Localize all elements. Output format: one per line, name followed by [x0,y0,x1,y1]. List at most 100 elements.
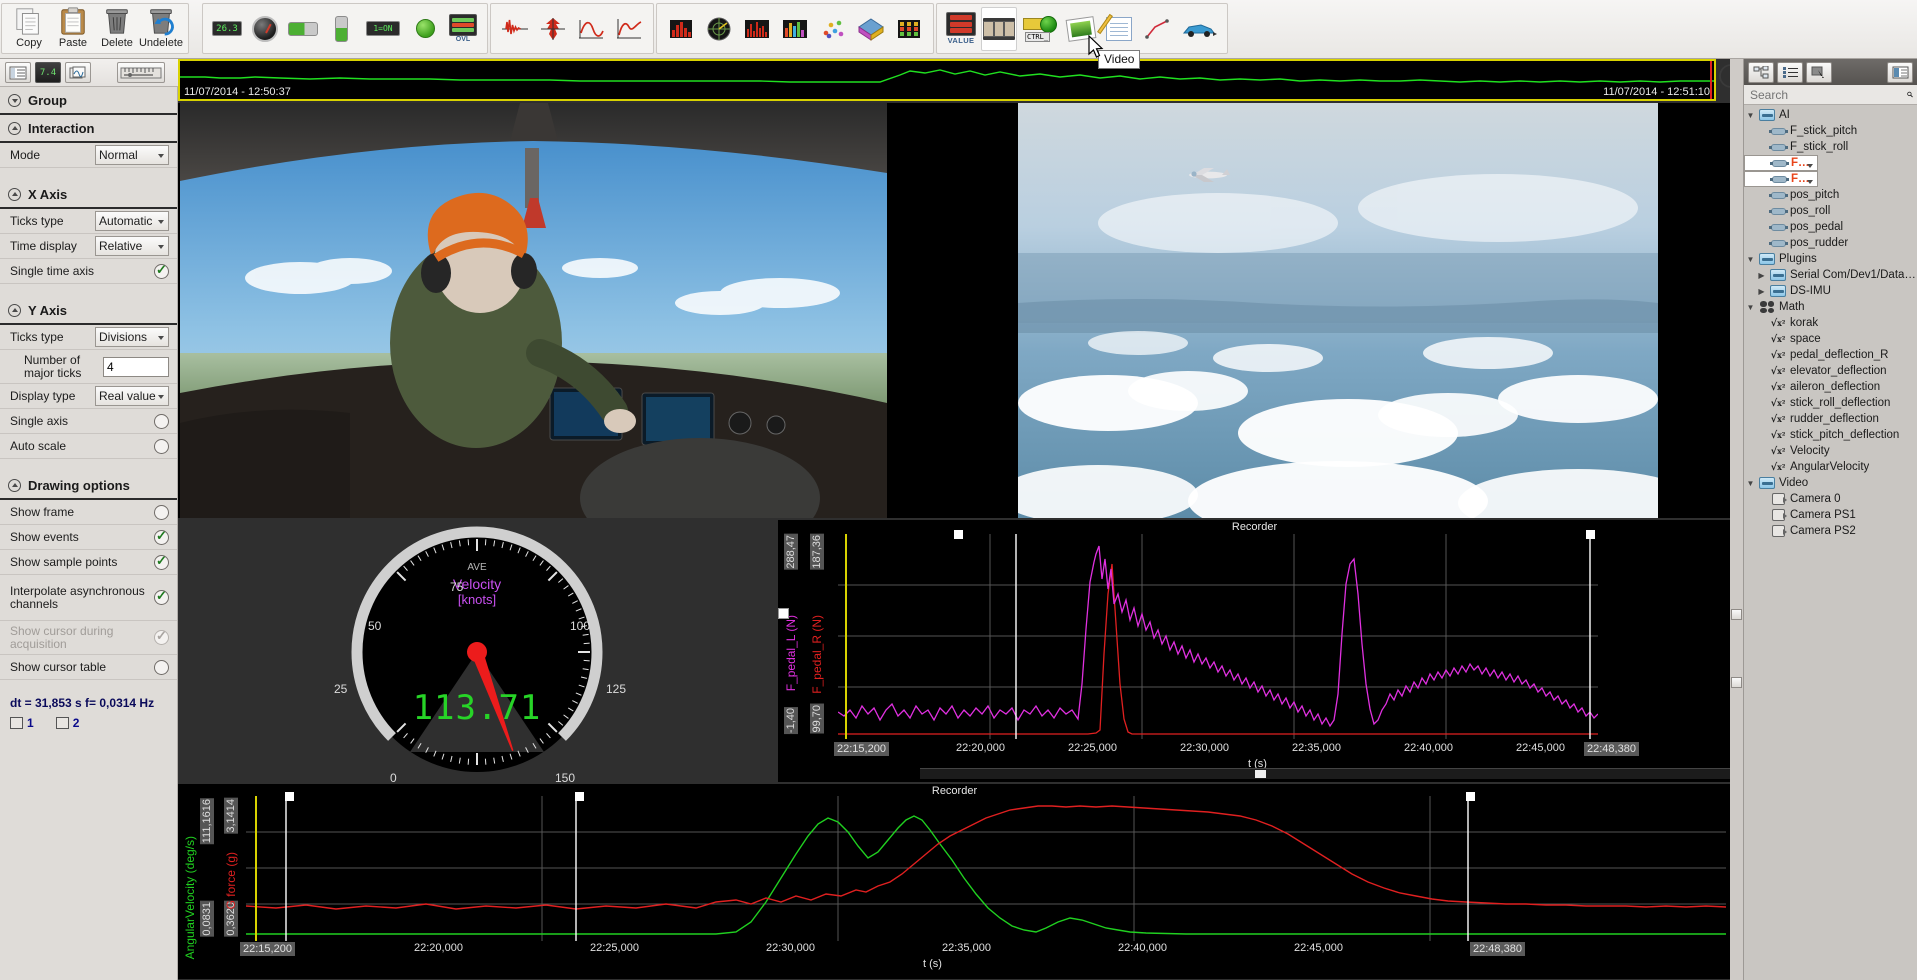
tree-node-aileron-deflection[interactable]: √x² aileron_deflection [1744,379,1917,395]
tree-node-f-pedal-l[interactable]: F_pedal_L [1744,171,1818,187]
panel-toggle-button[interactable] [1887,61,1913,83]
tree-node-serial-com-dev1-data[interactable]: ▶ Serial Com/Dev1/Data/... [1744,267,1917,283]
tree-node-velocity[interactable]: √x² Velocity [1744,443,1917,459]
chevron-down-icon[interactable]: ▼ [1746,111,1755,120]
recorder-bottom-cursor-2-handle[interactable] [575,792,584,801]
3d-graph-button[interactable] [853,7,889,51]
search-icon[interactable] [1907,88,1913,101]
ruler-button[interactable] [117,62,165,83]
analog-gauge-button[interactable] [247,7,283,51]
panel-edge-button-1[interactable] [1731,609,1742,620]
recorder-button[interactable] [497,7,533,51]
section-x-axis[interactable]: X Axis [0,181,177,209]
cursor-pin-2[interactable]: 2 [55,716,79,730]
single-axis-checkbox[interactable] [154,413,169,429]
tree-node-pos-rudder[interactable]: pos_rudder [1744,235,1917,251]
tree-node-camera-0[interactable]: Camera 0 [1744,491,1917,507]
overload-indicator-button[interactable]: OVL [445,7,481,51]
x-ticks-type-select[interactable]: Automatic [95,211,169,231]
tree-node-plugins[interactable]: ▼ Plugins [1744,251,1917,267]
tree-node-pos-pedal[interactable]: pos_pedal [1744,219,1917,235]
digital-display-button[interactable]: 7.4 [35,62,61,83]
copy-button[interactable]: Copy [8,3,50,54]
recorder-top[interactable]: Recorder 288,47 -1,40 F_pedal_L (N) 187,… [778,520,1731,782]
section-y-axis[interactable]: Y Axis [0,297,177,325]
interpolate-checkbox[interactable] [154,588,169,605]
control-button[interactable]: CTRL_ [1019,7,1061,51]
recorder-top-axis1-handle[interactable] [778,608,789,619]
tree-node-f-stick-pitch[interactable]: F_stick_pitch [1744,123,1917,139]
cursor-pin-1[interactable]: 1 [10,716,34,730]
recorder-bottom-cursor-1-handle[interactable] [285,792,294,801]
video-pane-aerial[interactable] [1018,103,1658,518]
bar-chart-button[interactable] [777,7,813,51]
recorder-bottom-cursor-3-handle[interactable] [1466,792,1475,801]
overlay-button[interactable] [65,62,91,83]
undelete-button[interactable]: Undelete [139,3,183,54]
recorder-top-hscrollbar[interactable] [920,768,1730,779]
tree-view-button[interactable] [1748,61,1774,83]
histogram-button[interactable] [663,7,699,51]
recorder-bottom[interactable]: Recorder 111,1616 0,0831 AngularVelocity… [178,784,1731,979]
section-interaction[interactable]: Interaction [0,115,177,143]
mode-select[interactable]: Normal [95,145,169,165]
tree-node-f-pedal-r[interactable]: F_pedal_R [1744,155,1818,171]
recorder-top-cursor-2-handle[interactable] [1586,530,1595,539]
y-ticks-type-select[interactable]: Divisions [95,327,169,347]
table-grid-button[interactable] [891,7,927,51]
list-view-button[interactable] [1777,61,1803,83]
tree-node-ds-imu[interactable]: ▶ DS-IMU [1744,283,1917,299]
xy-plot-button[interactable] [611,7,647,51]
display-type-select[interactable]: Real value [95,386,169,406]
search-input[interactable] [1748,86,1907,103]
scope-button[interactable] [573,7,609,51]
show-events-checkbox[interactable] [154,528,169,545]
tree-node-pos-pitch[interactable]: pos_pitch [1744,187,1917,203]
show-sample-points-checkbox[interactable] [154,553,169,570]
velocity-gauge-widget[interactable]: AVE Velocity [knots] 113.71 75 50 100 25… [178,520,776,785]
tree-node-korak[interactable]: √x² korak [1744,315,1917,331]
tree-node-camera-ps2[interactable]: Camera PS2 [1744,523,1917,539]
select-mode-button[interactable] [1806,61,1832,83]
tree-node-f-stick-roll[interactable]: F_stick_roll [1744,139,1917,155]
timeline-cursor[interactable] [1710,61,1712,99]
fft-button[interactable] [535,7,571,51]
tree-node-space[interactable]: √x² space [1744,331,1917,347]
tree-node-pos-roll[interactable]: pos_roll [1744,203,1917,219]
tree-node-math[interactable]: ▼ Math [1744,299,1917,315]
paste-button[interactable]: Paste [52,3,94,54]
single-time-axis-checkbox[interactable] [154,262,169,279]
chevron-down-icon[interactable]: ▼ [1746,255,1755,264]
polar-plot-button[interactable] [701,7,737,51]
value-display-button[interactable]: VALUE [943,7,979,51]
tree-node-pedal-deflection-r[interactable]: √x² pedal_deflection_R [1744,347,1917,363]
major-ticks-input[interactable]: 4 [103,356,169,377]
tree-node-stick-pitch-deflection[interactable]: √x² stick_pitch_deflection [1744,427,1917,443]
order-analysis-button[interactable] [739,7,775,51]
panel-edge-button-2[interactable] [1731,677,1742,688]
digital-indicator-button[interactable]: 1=ON [361,7,405,51]
tree-node-rudder-deflection[interactable]: √x² rudder_deflection [1744,411,1917,427]
tree-node-angularvelocity[interactable]: √x² AngularVelocity [1744,459,1917,475]
section-group[interactable]: Group [0,87,177,115]
time-display-select[interactable]: Relative [95,236,169,256]
vertical-bar-button[interactable] [323,7,359,51]
line-tool-button[interactable] [1139,7,1175,51]
led-indicator-button[interactable] [407,7,443,51]
section-drawing-options[interactable]: Drawing options [0,472,177,500]
video-button[interactable] [981,6,1017,51]
vehicle-button[interactable] [1177,7,1221,51]
digital-meter-button[interactable]: 26.3 [209,7,245,51]
tree-node-ai[interactable]: ▼ AI [1744,107,1917,123]
tree-node-camera-ps1[interactable]: Camera PS1 [1744,507,1917,523]
show-cursor-table-checkbox[interactable] [154,659,169,675]
chevron-right-icon[interactable]: ▶ [1757,271,1766,280]
recorder-top-cursor-1-handle[interactable] [954,530,963,539]
chevron-down-icon[interactable]: ▼ [1746,479,1755,488]
video-pane-cockpit[interactable] [180,103,887,518]
list-view-button[interactable] [5,62,31,83]
tree-node-stick-roll-deflection[interactable]: √x² stick_roll_deflection [1744,395,1917,411]
tree-node-elevator-deflection[interactable]: √x² elevator_deflection [1744,363,1917,379]
horizontal-bar-button[interactable] [285,7,321,51]
auto-scale-checkbox[interactable] [154,438,169,454]
